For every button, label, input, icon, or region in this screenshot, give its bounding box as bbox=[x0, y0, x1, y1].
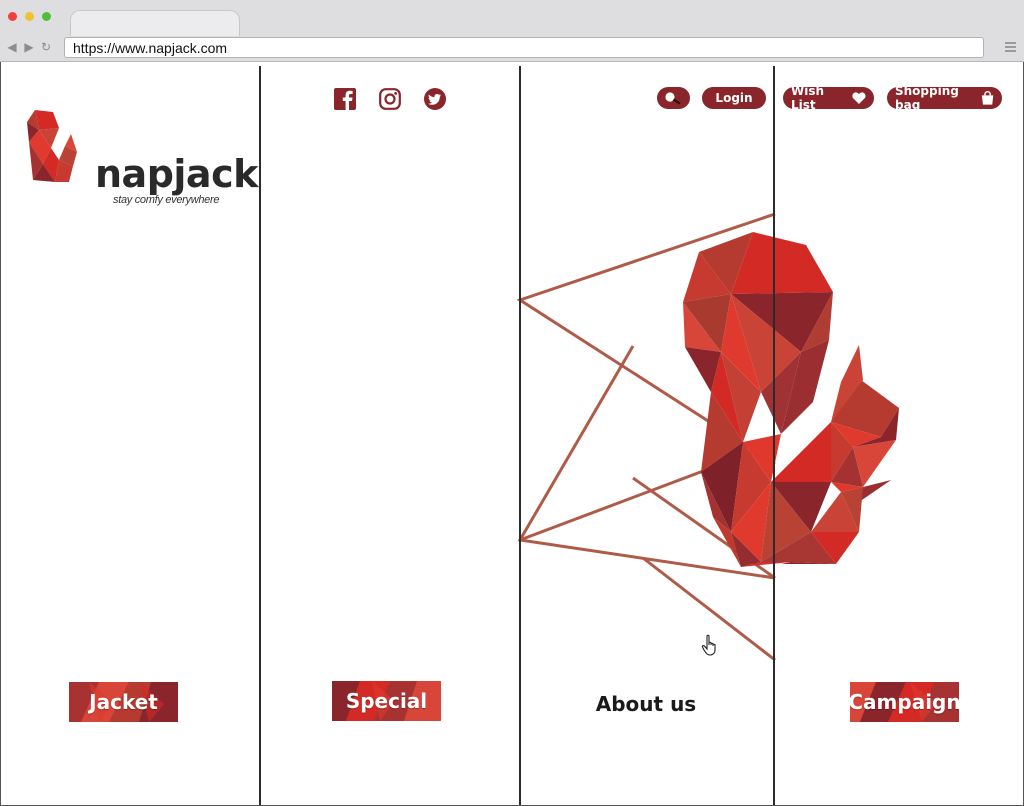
napjack-logo[interactable]: napjack stay comfy everywhere bbox=[25, 108, 258, 218]
squirrel-logo-icon bbox=[27, 110, 77, 182]
wishlist-button[interactable]: Wish List bbox=[783, 84, 874, 112]
column-divider bbox=[773, 66, 775, 805]
hand-cursor-icon bbox=[701, 634, 716, 656]
brand-tagline: stay comfy everywhere bbox=[113, 194, 220, 206]
browser-nav: ◀ ▶ ↻ bbox=[6, 40, 52, 54]
campaign-category-button[interactable]: Campaign bbox=[850, 682, 959, 722]
brand-name: napjack bbox=[95, 152, 258, 196]
search-button[interactable] bbox=[657, 87, 690, 109]
jacket-label: Jacket bbox=[89, 690, 158, 714]
special-category-button[interactable]: Special bbox=[332, 681, 441, 721]
column-divider bbox=[259, 66, 261, 805]
address-bar[interactable]: https://www.napjack.com bbox=[64, 37, 984, 58]
maximize-window-button[interactable] bbox=[42, 12, 51, 21]
heart-icon bbox=[852, 92, 866, 105]
search-icon bbox=[664, 92, 681, 105]
special-label: Special bbox=[345, 689, 428, 713]
login-button[interactable]: Login bbox=[702, 87, 766, 109]
browser-menu-icon[interactable] bbox=[1005, 42, 1016, 52]
reload-icon[interactable]: ↻ bbox=[40, 40, 52, 54]
close-window-button[interactable] bbox=[8, 12, 17, 21]
twitter-icon[interactable] bbox=[424, 88, 446, 110]
login-label: Login bbox=[715, 91, 753, 105]
wishlist-label: Wish List bbox=[791, 84, 825, 112]
column-divider bbox=[519, 66, 521, 805]
about-us-link[interactable]: About us bbox=[576, 692, 716, 716]
instagram-icon[interactable] bbox=[379, 88, 401, 110]
shopping-bag-icon bbox=[981, 90, 994, 105]
facebook-icon[interactable] bbox=[334, 88, 356, 110]
shopping-bag-label: Shopping bag bbox=[895, 84, 959, 112]
browser-chrome: ◀ ▶ ↻ https://www.napjack.com bbox=[0, 0, 1024, 62]
back-icon[interactable]: ◀ bbox=[6, 40, 18, 54]
window-controls bbox=[8, 12, 51, 21]
page: napjack stay comfy everywhere Login Wish… bbox=[0, 62, 1024, 806]
origami-squirrel bbox=[683, 232, 899, 567]
social-links bbox=[334, 88, 446, 110]
campaign-label: Campaign bbox=[850, 690, 959, 714]
shopping-bag-button[interactable]: Shopping bag bbox=[887, 84, 1002, 112]
jacket-category-button[interactable]: Jacket bbox=[69, 682, 178, 722]
minimize-window-button[interactable] bbox=[25, 12, 34, 21]
forward-icon[interactable]: ▶ bbox=[23, 40, 35, 54]
browser-tab[interactable] bbox=[70, 10, 240, 36]
